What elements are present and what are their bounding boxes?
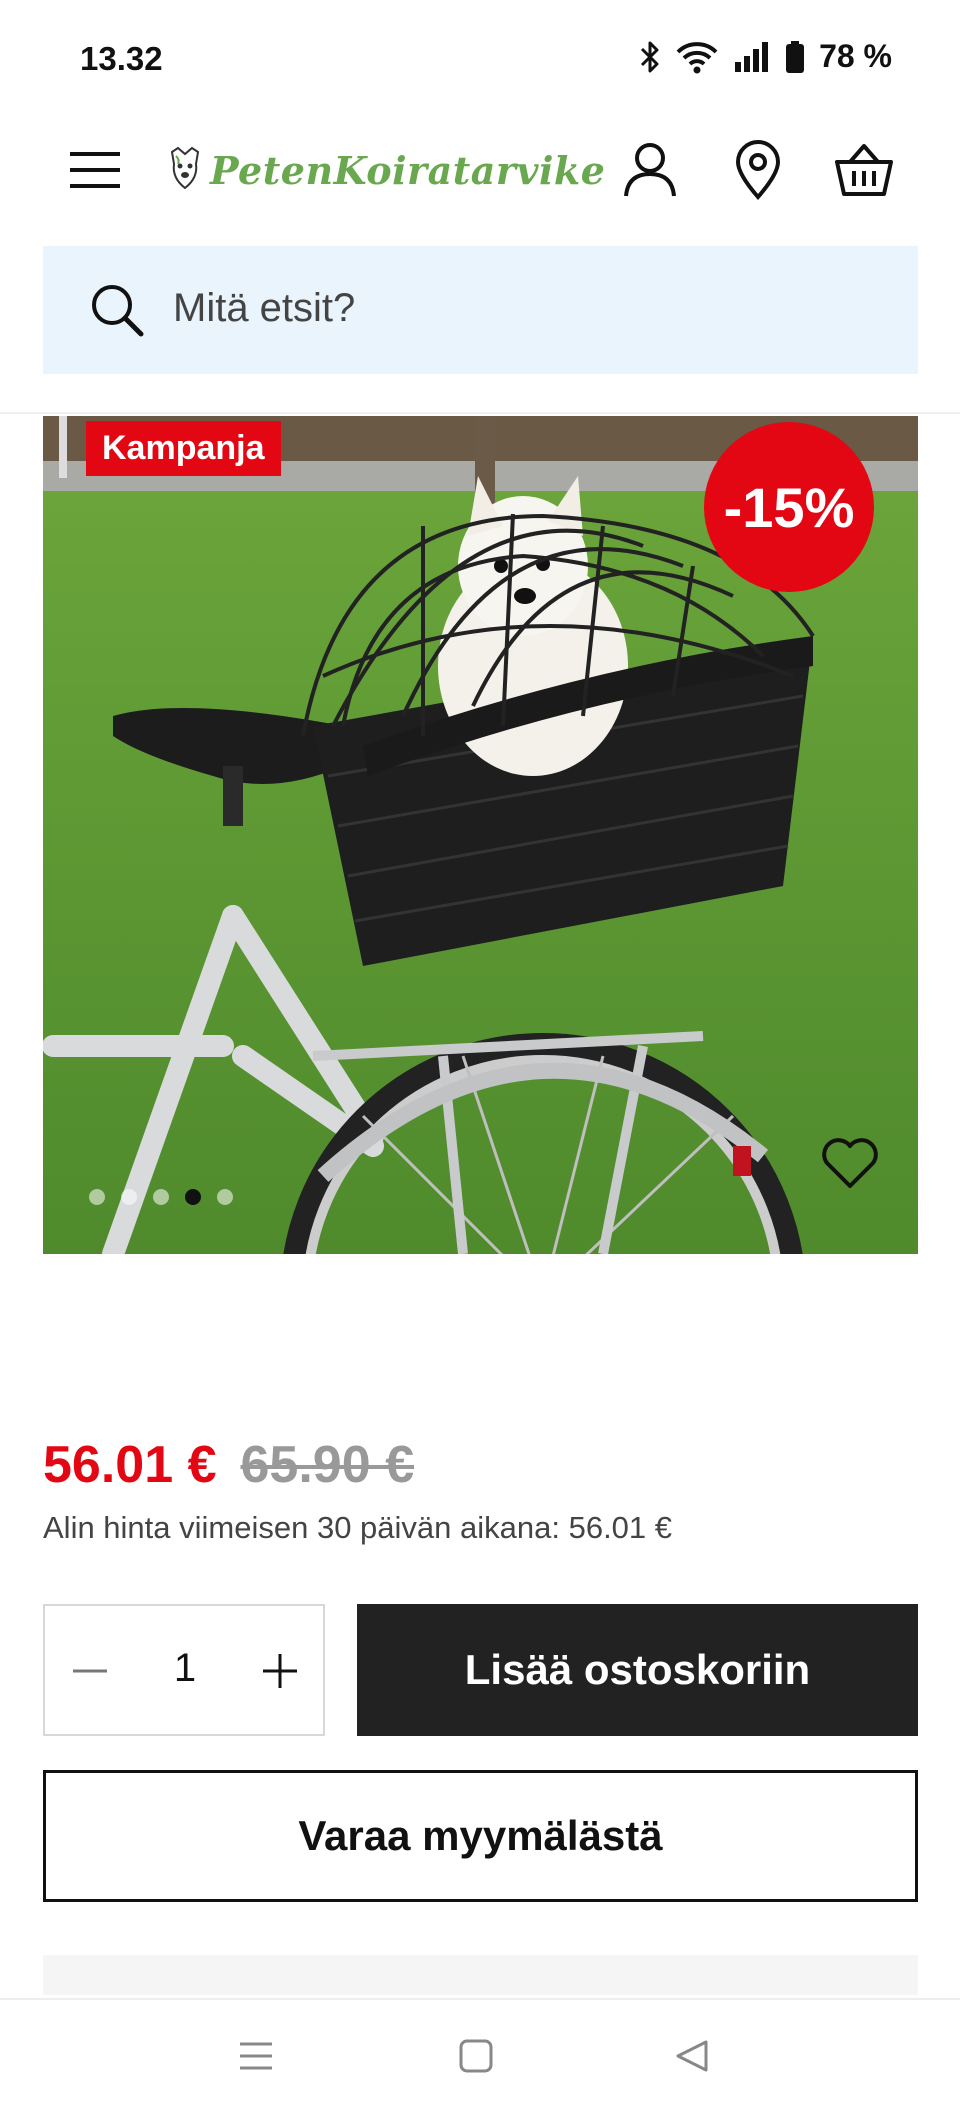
search-icon <box>89 282 145 343</box>
heart-icon[interactable] <box>821 1136 879 1195</box>
battery-level: 78 % <box>819 38 892 74</box>
carousel-dot[interactable] <box>121 1189 137 1205</box>
home-icon[interactable] <box>458 2038 494 2079</box>
location-icon[interactable] <box>728 140 788 201</box>
carousel-dot[interactable] <box>89 1189 105 1205</box>
price-row: 56.01 € 65.90 € <box>43 1435 414 1495</box>
menu-icon[interactable] <box>70 150 122 190</box>
reserve-in-store-button[interactable]: Varaa myymälästä <box>43 1770 918 1902</box>
search-input[interactable]: Mitä etsit? <box>43 246 918 374</box>
status-icons: 78 % <box>639 38 892 75</box>
carousel-dot[interactable] <box>185 1189 201 1205</box>
campaign-badge: Kampanja <box>86 421 281 476</box>
bluetooth-icon <box>639 40 661 74</box>
minus-icon[interactable] <box>65 1646 115 1696</box>
basket-icon[interactable] <box>834 140 894 200</box>
next-section-strip <box>43 1955 918 1995</box>
price-old: 65.90 € <box>240 1436 415 1494</box>
user-icon[interactable] <box>620 140 680 200</box>
product-image[interactable]: Kampanja -15% <box>43 416 918 1254</box>
battery-icon <box>785 40 805 74</box>
quantity-stepper: 1 <box>43 1604 325 1736</box>
carousel-dot[interactable] <box>153 1189 169 1205</box>
lowest-price-note: Alin hinta viimeisen 30 päivän aikana: 5… <box>43 1510 673 1545</box>
recent-apps-icon[interactable] <box>238 2038 274 2079</box>
site-logo[interactable]: PetenKoiratarvike <box>168 142 605 198</box>
site-header: PetenKoiratarvike <box>0 120 960 220</box>
signal-icon <box>733 40 771 74</box>
discount-badge: -15% <box>704 422 874 592</box>
quantity-value[interactable]: 1 <box>155 1646 215 1691</box>
header-divider <box>0 412 960 414</box>
add-to-cart-button[interactable]: Lisää ostoskoriin <box>357 1604 918 1736</box>
dog-logo-icon <box>168 146 202 195</box>
logo-text: PetenKoiratarvike <box>210 147 606 193</box>
system-nav-bar <box>0 1998 960 2116</box>
plus-icon[interactable] <box>255 1646 305 1696</box>
price-current: 56.01 € <box>43 1436 217 1494</box>
search-placeholder: Mitä etsit? <box>173 286 356 330</box>
carousel-dots <box>89 1189 233 1205</box>
status-bar: 13.32 78 % <box>0 0 960 110</box>
status-time: 13.32 <box>80 40 163 77</box>
carousel-dot[interactable] <box>217 1189 233 1205</box>
wifi-icon <box>675 40 719 74</box>
back-icon[interactable] <box>674 2038 710 2079</box>
